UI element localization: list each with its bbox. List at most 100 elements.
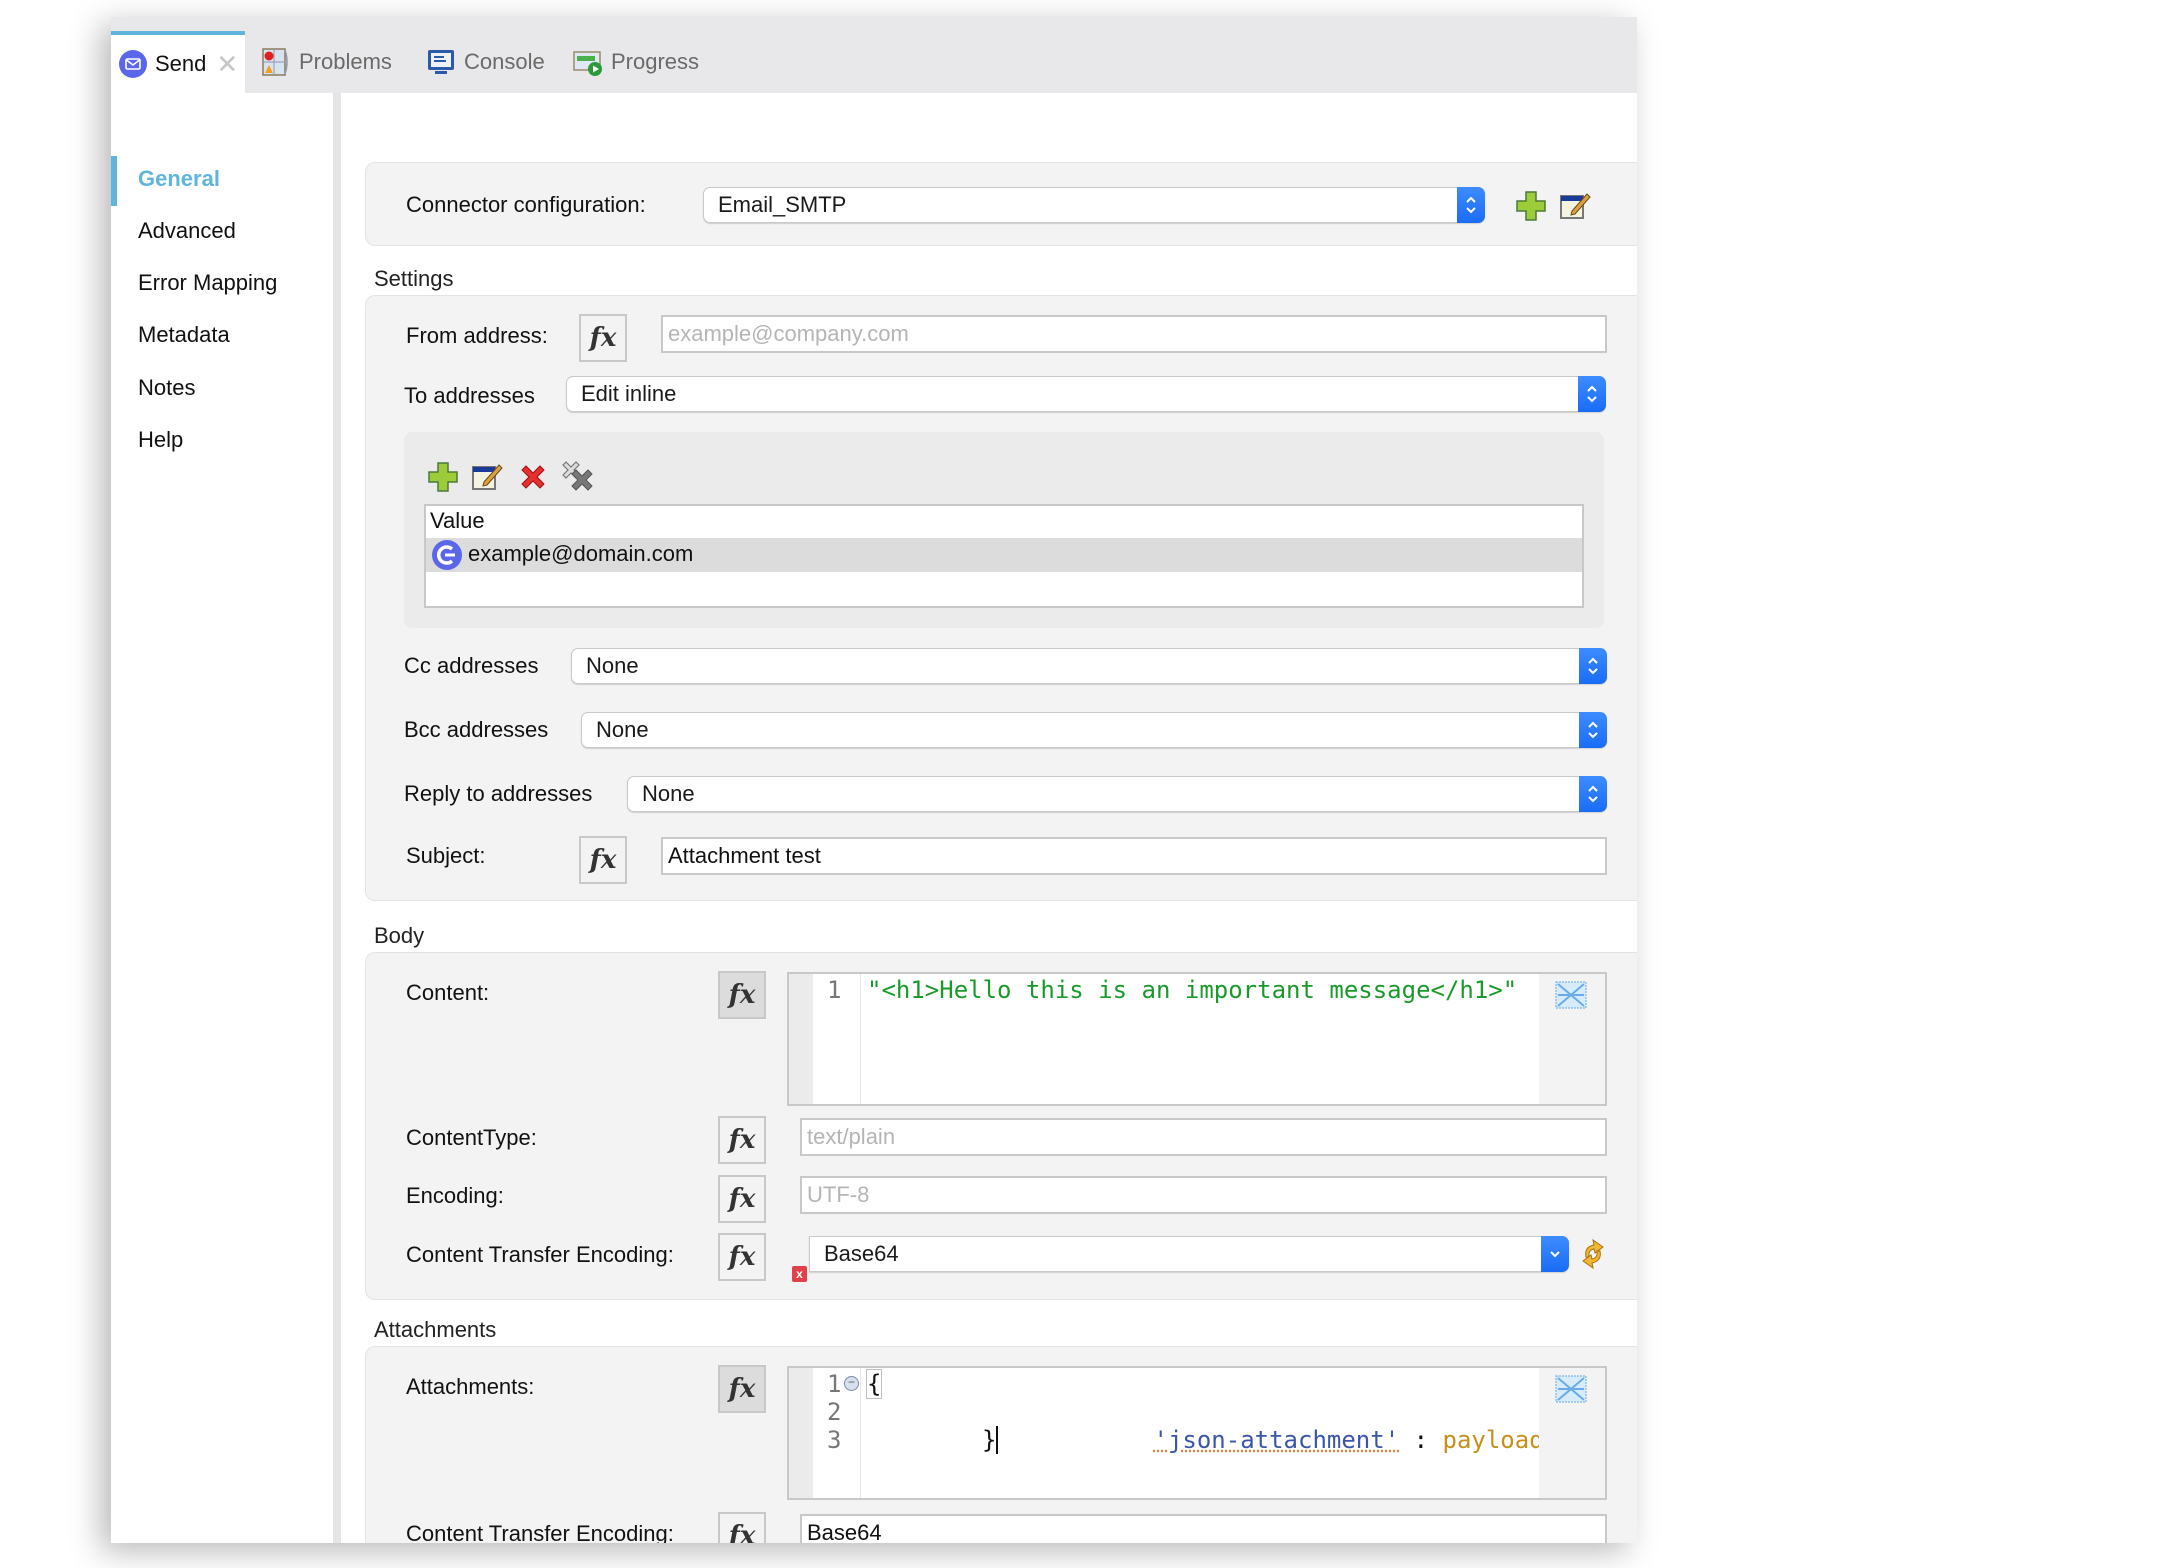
line-number: 2 (827, 1398, 842, 1426)
tab-bar: Send ✕ Problems Console Progress (111, 17, 1637, 93)
json-separator: : (1399, 1426, 1443, 1454)
cc-addresses-value: None (586, 653, 639, 678)
fx-toggle-encoding[interactable]: fx (718, 1175, 766, 1223)
table-row[interactable]: example@domain.com (426, 538, 1582, 572)
body-group: Content: fx 1 "<h1>Hello this is an impo… (365, 952, 1637, 1300)
content-label: Content: (406, 980, 490, 1005)
sidebar-item-metadata[interactable]: Metadata (138, 322, 230, 348)
from-address-input[interactable]: example@company.com (661, 315, 1607, 353)
tab-send[interactable]: Send ✕ (111, 31, 245, 93)
encoding-label: Encoding: (406, 1183, 504, 1208)
bcc-addresses-value: None (596, 717, 649, 742)
column-header-value: Value (430, 508, 485, 533)
general-content: Connector configuration: Email_SMTP Sett… (349, 93, 1637, 1543)
delete-all-icon[interactable] (560, 458, 594, 492)
bcc-addresses-label: Bcc addresses (404, 717, 549, 742)
settings-title: Settings (374, 266, 454, 291)
active-indicator (111, 156, 117, 206)
subject-input[interactable]: Attachment test (661, 837, 1607, 875)
error-marker-icon: x (792, 1266, 807, 1282)
editor-gutter (789, 1368, 813, 1498)
reply-to-label: Reply to addresses (404, 781, 593, 806)
delete-item-icon[interactable] (516, 460, 550, 494)
code-line-1: { (865, 1369, 883, 1399)
content-type-input[interactable]: text/plain (800, 1118, 1607, 1156)
add-item-icon[interactable] (426, 460, 460, 494)
json-value: payload (1442, 1426, 1544, 1454)
fold-icon[interactable]: − (844, 1376, 859, 1391)
tab-label: Console (464, 49, 545, 74)
fx-toggle-from[interactable]: fx (579, 314, 627, 362)
close-icon[interactable]: ✕ (216, 49, 238, 80)
sidebar-item-notes[interactable]: Notes (138, 375, 195, 401)
subject-label: Subject: (406, 843, 486, 868)
attachments-editor[interactable]: 1 2 3 − { 'json-attachment' : payload } (787, 1366, 1607, 1500)
stepper-icon (1579, 648, 1607, 684)
encoding-input[interactable]: UTF-8 (800, 1176, 1607, 1214)
to-addresses-select[interactable]: Edit inline (566, 376, 1606, 412)
address-value: example@domain.com (468, 541, 694, 566)
fx-toggle-attachments[interactable]: fx (718, 1365, 766, 1413)
body-title: Body (374, 923, 425, 948)
stepper-icon (1578, 376, 1606, 412)
attachments-label: Attachments: (406, 1374, 535, 1399)
code-line-2: 'json-attachment' : payload (1009, 1398, 1544, 1482)
connector-config-select[interactable]: Email_SMTP (703, 187, 1485, 223)
stepper-icon (1579, 776, 1607, 812)
add-config-icon[interactable] (1514, 189, 1548, 223)
properties-window: Send ✕ Problems Console Progress General… (111, 17, 1637, 1543)
editor-rightbar (1539, 1368, 1605, 1498)
tab-label: Progress (611, 49, 700, 74)
console-icon (428, 50, 454, 74)
fx-toggle-attachments-cte[interactable]: fx (718, 1512, 766, 1543)
line-number: 3 (827, 1426, 842, 1454)
attachments-cte-input[interactable]: Base64 (800, 1514, 1607, 1543)
sidebar-item-general[interactable]: General (138, 166, 220, 192)
constant-icon (432, 540, 462, 570)
json-key: 'json-attachment' (1153, 1426, 1400, 1454)
cte-value: Base64 (824, 1241, 899, 1266)
to-addresses-table: Value example@domain.com (424, 504, 1584, 608)
progress-icon (573, 51, 602, 76)
fx-toggle-subject[interactable]: fx (579, 836, 627, 884)
tab-label: Problems (299, 49, 392, 74)
connector-config-label: Connector configuration: (406, 192, 646, 217)
fx-toggle-content-type[interactable]: fx (718, 1116, 766, 1164)
attachments-title: Attachments (374, 1317, 497, 1342)
content-editor[interactable]: 1 "<h1>Hello this is an important messag… (787, 972, 1607, 1106)
line-number: 1 (827, 976, 842, 1004)
edit-config-icon[interactable] (1558, 189, 1592, 223)
fx-toggle-cte[interactable]: fx (718, 1233, 766, 1281)
tab-problems[interactable]: Problems (261, 31, 392, 93)
content-transfer-encoding-label: Content Transfer Encoding: (406, 1242, 674, 1267)
sidebar-item-error-mapping[interactable]: Error Mapping (138, 270, 277, 296)
bcc-addresses-select[interactable]: None (581, 712, 1607, 748)
attachments-group: Attachments: fx 1 2 3 − { 'json-attachme… (365, 1346, 1637, 1543)
tab-console[interactable]: Console (426, 31, 545, 93)
connector-config-value: Email_SMTP (718, 192, 847, 217)
cc-addresses-select[interactable]: None (571, 648, 1607, 684)
reply-to-select[interactable]: None (627, 776, 1607, 812)
stepper-icon (1457, 187, 1485, 223)
fx-toggle-content[interactable]: fx (718, 971, 766, 1019)
edit-item-icon[interactable] (470, 460, 504, 494)
line-number: 1 (827, 1370, 842, 1398)
cte-select[interactable]: Base64 (809, 1236, 1569, 1272)
editor-rightbar (1539, 974, 1605, 1104)
code-line-3: } (982, 1426, 999, 1454)
attachments-cte-label: Content Transfer Encoding: (406, 1521, 674, 1543)
tab-progress[interactable]: Progress (573, 31, 699, 93)
editor-gutter (789, 974, 813, 1104)
problems-icon (262, 48, 288, 76)
line-numbers: 1 (813, 974, 861, 1104)
dataweave-map-icon[interactable] (1554, 1374, 1588, 1404)
connector-group: Connector configuration: Email_SMTP (365, 162, 1637, 246)
refresh-icon[interactable] (1576, 1237, 1610, 1271)
sidebar-item-advanced[interactable]: Advanced (138, 218, 236, 244)
reply-to-value: None (642, 781, 695, 806)
to-addresses-value: Edit inline (581, 381, 677, 406)
line-numbers: 1 2 3 − (813, 1368, 861, 1498)
sidebar-item-help[interactable]: Help (138, 427, 183, 453)
dropdown-arrow-icon (1541, 1236, 1569, 1272)
dataweave-map-icon[interactable] (1554, 980, 1588, 1010)
